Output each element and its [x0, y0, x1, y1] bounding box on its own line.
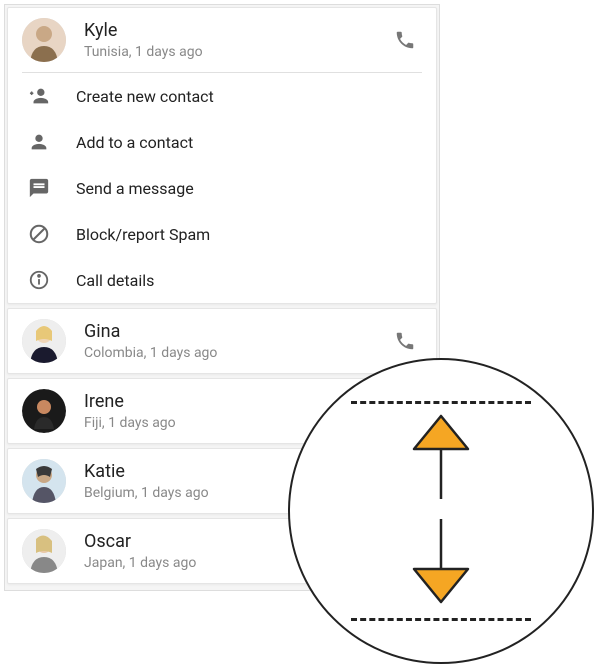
phone-icon[interactable]	[394, 330, 416, 352]
menu-label: Send a message	[76, 179, 194, 198]
avatar	[22, 459, 66, 503]
boundary-line-top	[351, 401, 531, 404]
contact-name: Gina	[84, 321, 394, 343]
info-icon	[28, 269, 50, 291]
menu-send-message[interactable]: Send a message	[8, 165, 436, 211]
block-icon	[28, 223, 50, 245]
contact-info: Kyle Tunisia, 1 days ago	[84, 20, 394, 60]
contact-sub: Tunisia, 1 days ago	[84, 44, 394, 60]
arrow-up-icon	[406, 411, 476, 505]
avatar	[22, 18, 66, 62]
menu-add-contact[interactable]: Add to a contact	[8, 119, 436, 165]
boundary-line-bottom	[351, 618, 531, 621]
menu-label: Block/report Spam	[76, 225, 210, 244]
menu-label: Create new contact	[76, 87, 214, 106]
menu-label: Add to a contact	[76, 133, 193, 152]
call-card-expanded: Kyle Tunisia, 1 days ago Create new cont…	[7, 7, 437, 304]
contact-name: Kyle	[84, 20, 394, 42]
call-row[interactable]: Gina Colombia, 1 days ago	[8, 309, 436, 373]
menu-block-spam[interactable]: Block/report Spam	[8, 211, 436, 257]
call-card[interactable]: Gina Colombia, 1 days ago	[7, 308, 437, 374]
person-icon	[28, 131, 50, 153]
avatar	[22, 389, 66, 433]
menu-label: Call details	[76, 271, 154, 290]
arrow-down-icon	[406, 517, 476, 611]
contact-info: Gina Colombia, 1 days ago	[84, 321, 394, 361]
menu-call-details[interactable]: Call details	[8, 257, 436, 303]
contact-sub: Colombia, 1 days ago	[84, 345, 394, 361]
scroll-gesture-magnifier	[288, 358, 594, 664]
message-icon	[28, 177, 50, 199]
menu-create-contact[interactable]: Create new contact	[8, 73, 436, 119]
person-add-icon	[28, 85, 50, 107]
call-row[interactable]: Kyle Tunisia, 1 days ago	[8, 8, 436, 72]
phone-icon[interactable]	[394, 29, 416, 51]
avatar	[22, 319, 66, 363]
avatar	[22, 529, 66, 573]
